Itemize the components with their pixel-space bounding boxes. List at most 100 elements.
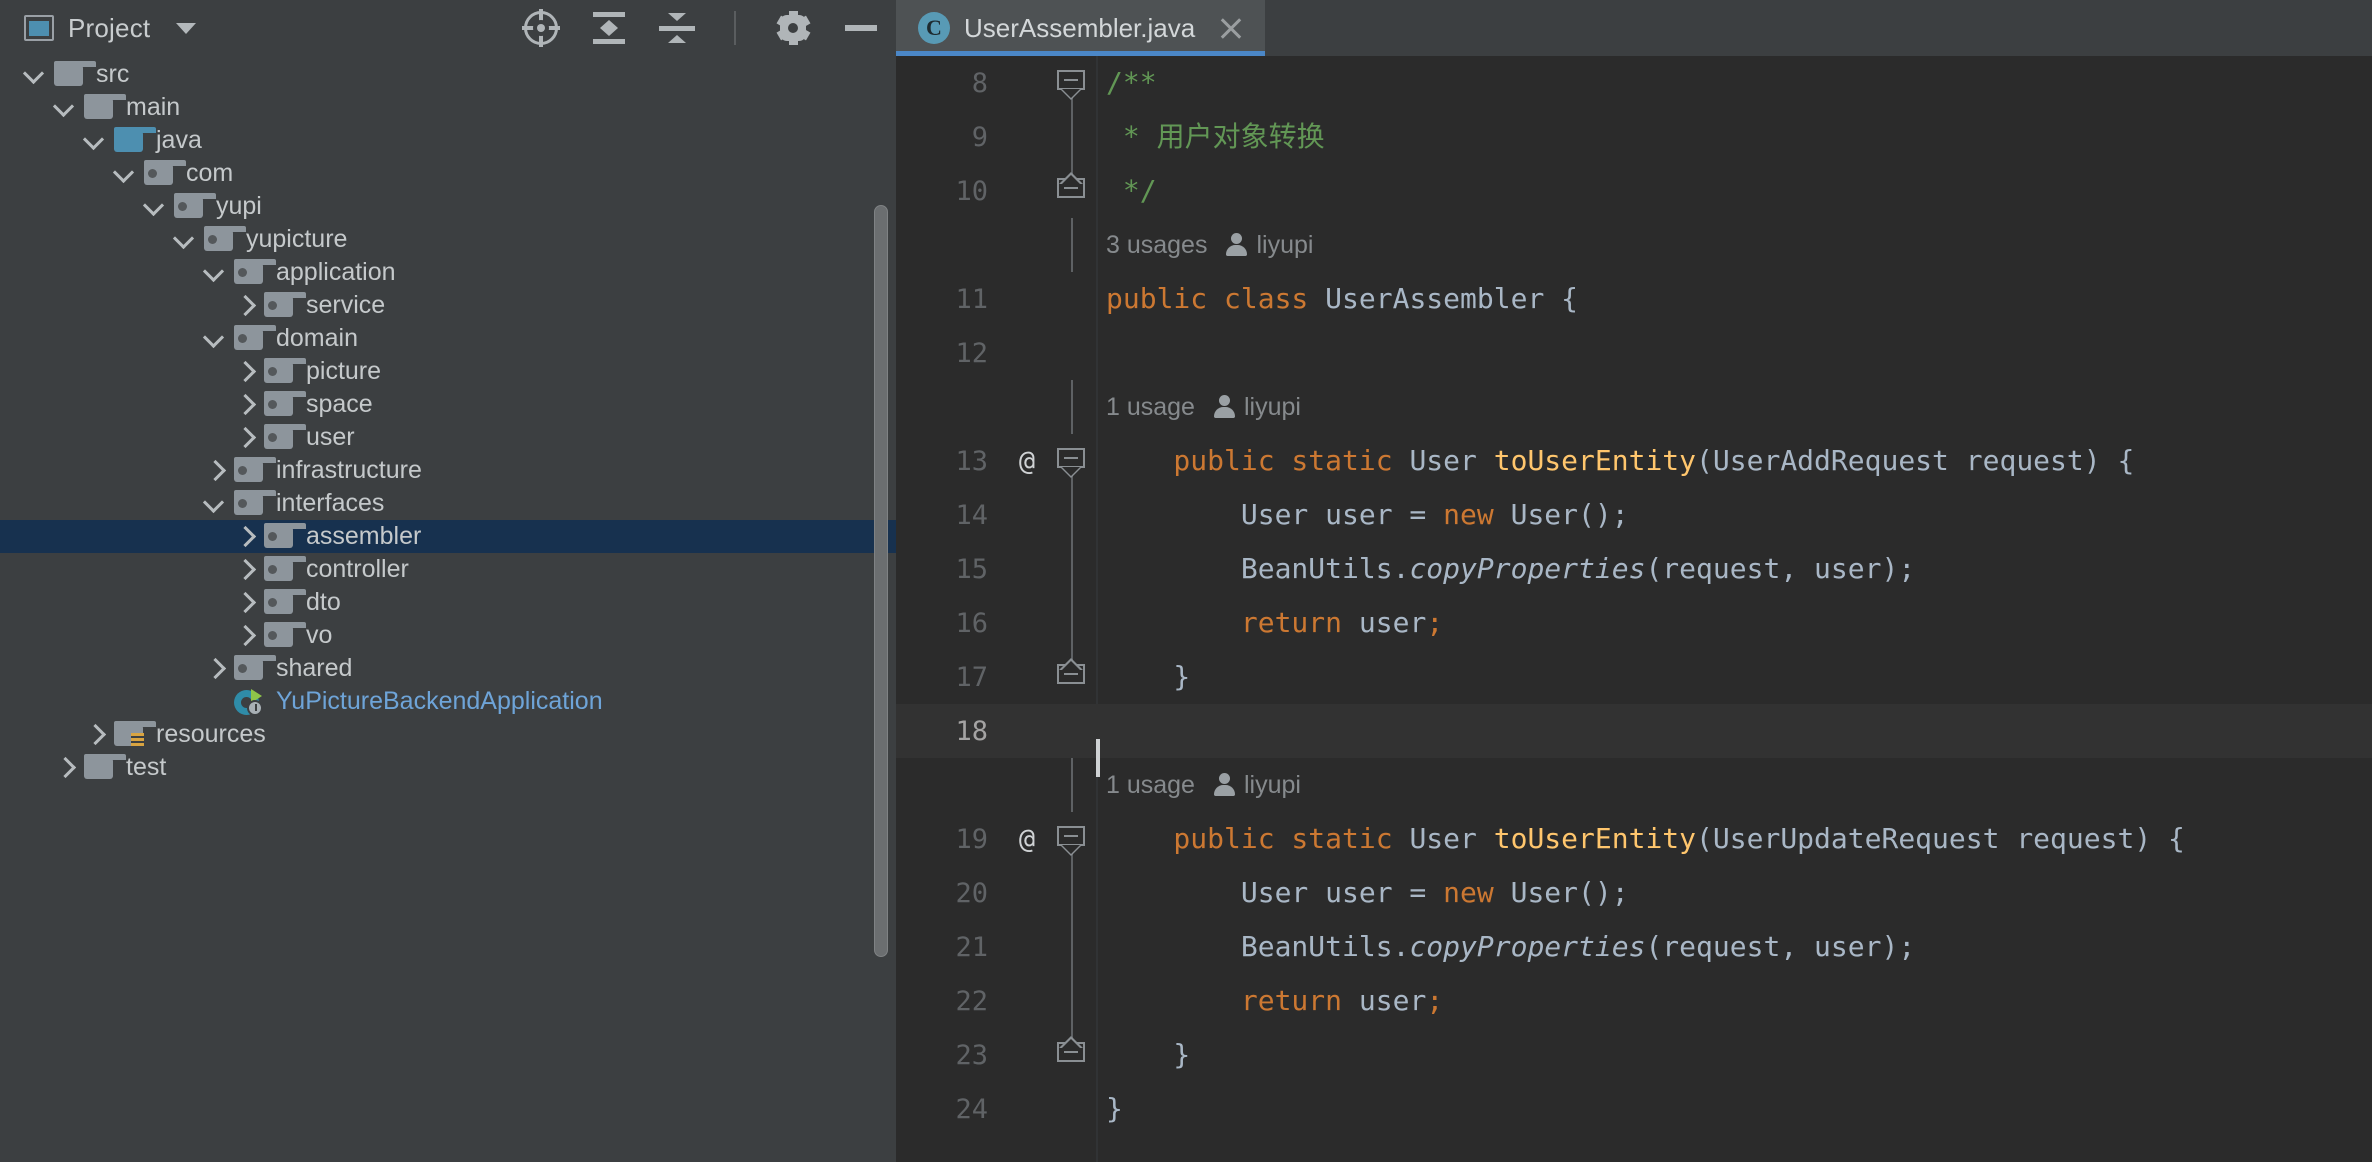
usage-count[interactable]: 1 usage	[1106, 771, 1195, 800]
chevron-down-icon[interactable]	[198, 487, 232, 520]
editor-tab-label: UserAssembler.java	[964, 13, 1195, 44]
author-annotation[interactable]: liyupi	[1213, 771, 1301, 800]
collapse-all-button[interactable]	[656, 7, 698, 49]
tree-item-label: src	[94, 60, 129, 89]
code-line: 15 BeanUtils.copyProperties(request, use…	[896, 542, 2372, 596]
chevron-right-icon[interactable]	[228, 553, 262, 586]
tree-item-label: application	[274, 258, 396, 287]
tree-item-main[interactable]: main	[0, 91, 896, 124]
tree-item-yupicturebackendapplication[interactable]: YuPictureBackendApplication	[0, 685, 896, 718]
code-folding-marker[interactable]	[1050, 56, 1096, 110]
chevron-down-icon[interactable]	[138, 190, 172, 223]
chevron-down-icon[interactable]	[108, 157, 142, 190]
tree-item-src[interactable]: src	[0, 58, 896, 91]
annotation-gutter-icon[interactable]: @	[1004, 824, 1050, 855]
chevron-right-icon[interactable]	[228, 388, 262, 421]
tree-item-user[interactable]: user	[0, 421, 896, 454]
token-punc: (request, user);	[1645, 552, 1915, 585]
code-folding-marker[interactable]	[1050, 488, 1096, 542]
chevron-right-icon[interactable]	[228, 421, 262, 454]
tree-item-dto[interactable]: dto	[0, 586, 896, 619]
code-folding-marker[interactable]	[1050, 542, 1096, 596]
chevron-right-icon[interactable]	[198, 454, 232, 487]
chevron-right-icon[interactable]	[78, 718, 112, 751]
expand-all-button[interactable]	[588, 7, 630, 49]
editor-tab[interactable]: CUserAssembler.java	[896, 0, 1265, 56]
code-folding-marker[interactable]	[1050, 110, 1096, 164]
chevron-right-icon[interactable]	[48, 751, 82, 784]
usage-count[interactable]: 1 usage	[1106, 393, 1195, 422]
code-folding-marker[interactable]	[1050, 434, 1096, 488]
tree-item-label: picture	[304, 357, 381, 386]
code-line: 18	[896, 704, 2372, 758]
tree-item-label: service	[304, 291, 385, 320]
code-folding-marker[interactable]	[1050, 974, 1096, 1028]
chevron-down-icon[interactable]	[78, 124, 112, 157]
code-editor[interactable]: 8/**9 * 用户对象转换10 */3 usagesliyupi11publi…	[896, 56, 2372, 1162]
select-opened-file-icon	[524, 11, 558, 45]
tree-item-java[interactable]: java	[0, 124, 896, 157]
tree-item-label: vo	[304, 621, 332, 650]
person-icon	[1213, 395, 1235, 419]
chevron-down-icon[interactable]	[48, 91, 82, 124]
tree-item-shared[interactable]: shared	[0, 652, 896, 685]
author-name: liyupi	[1244, 771, 1301, 800]
close-icon[interactable]	[1217, 14, 1245, 42]
tree-item-yupi[interactable]: yupi	[0, 190, 896, 223]
token-punc: }	[1106, 660, 1190, 693]
token-ident: User user =	[1106, 876, 1443, 909]
line-number: 17	[896, 662, 1004, 693]
chevron-right-icon[interactable]	[228, 355, 262, 388]
sidebar-scrollbar-thumb[interactable]	[874, 205, 888, 957]
expand-all-icon	[591, 11, 627, 45]
token-punc: {	[1561, 282, 1578, 315]
tree-item-yupicture[interactable]: yupicture	[0, 223, 896, 256]
chevron-right-icon[interactable]	[228, 619, 262, 652]
tree-item-infrastructure[interactable]: infrastructure	[0, 454, 896, 487]
tree-item-domain[interactable]: domain	[0, 322, 896, 355]
code-vision-hint-row[interactable]: 1 usage liyupi	[896, 758, 2372, 812]
code-folding-marker[interactable]	[1050, 164, 1096, 218]
author-annotation[interactable]: liyupi	[1225, 231, 1313, 260]
chevron-right-icon[interactable]	[228, 289, 262, 322]
code-folding-marker[interactable]	[1050, 1028, 1096, 1082]
tree-item-service[interactable]: service	[0, 289, 896, 322]
project-title-group[interactable]: Project	[24, 13, 196, 44]
chevron-right-icon[interactable]	[228, 586, 262, 619]
settings-button[interactable]	[772, 7, 814, 49]
chevron-down-icon[interactable]	[168, 223, 202, 256]
tree-item-application[interactable]: application	[0, 256, 896, 289]
tree-item-test[interactable]: test	[0, 751, 896, 784]
code-vision-hint-row[interactable]: 1 usage liyupi	[896, 380, 2372, 434]
code-folding-marker[interactable]	[1050, 650, 1096, 704]
tree-spacer	[198, 685, 232, 718]
code-line: 16 return user;	[896, 596, 2372, 650]
tree-item-picture[interactable]: picture	[0, 355, 896, 388]
hide-panel-button[interactable]	[840, 7, 882, 49]
tree-item-controller[interactable]: controller	[0, 553, 896, 586]
tree-item-space[interactable]: space	[0, 388, 896, 421]
code-text: public static User toUserEntity(UserUpda…	[1096, 812, 2372, 866]
select-opened-file-button[interactable]	[520, 7, 562, 49]
code-folding-marker[interactable]	[1050, 866, 1096, 920]
chevron-right-icon[interactable]	[198, 652, 232, 685]
annotation-gutter-icon[interactable]: @	[1004, 446, 1050, 477]
tree-item-resources[interactable]: resources	[0, 718, 896, 751]
chevron-right-icon[interactable]	[228, 520, 262, 553]
code-folding-marker[interactable]	[1050, 920, 1096, 974]
chevron-down-icon[interactable]	[198, 256, 232, 289]
code-folding-marker[interactable]	[1050, 812, 1096, 866]
chevron-down-icon[interactable]	[198, 322, 232, 355]
chevron-down-icon[interactable]	[18, 58, 52, 91]
tree-item-interfaces[interactable]: interfaces	[0, 487, 896, 520]
line-number: 10	[896, 176, 1004, 207]
tree-item-vo[interactable]: vo	[0, 619, 896, 652]
author-annotation[interactable]: liyupi	[1213, 393, 1301, 422]
usage-count[interactable]: 3 usages	[1106, 231, 1207, 260]
tree-item-com[interactable]: com	[0, 157, 896, 190]
code-vision-hint-row[interactable]: 3 usages liyupi	[896, 218, 2372, 272]
code-folding-marker[interactable]	[1050, 596, 1096, 650]
chevron-down-icon[interactable]	[176, 23, 196, 34]
tree-item-label: user	[304, 423, 355, 452]
tree-item-assembler[interactable]: assembler	[0, 520, 896, 553]
